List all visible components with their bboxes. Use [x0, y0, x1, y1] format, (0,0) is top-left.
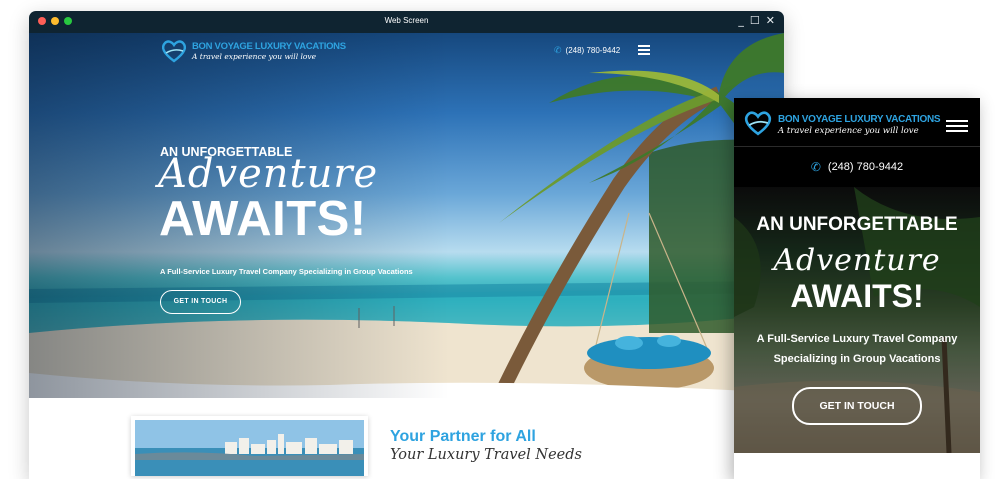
mobile-get-in-touch-button[interactable]: GET IN TOUCH	[792, 387, 922, 425]
mobile-logo-tagline: A travel experience you will love	[778, 126, 919, 136]
window-title: Web Screen	[384, 16, 429, 25]
logo-brand-text: BON VOYAGE LUXURY VACATIONS	[192, 41, 346, 52]
hamburger-menu-icon[interactable]	[638, 45, 650, 55]
mobile-hero-script-word: Adventure	[773, 243, 941, 278]
partner-script-subtitle: Your Luxury Travel Needs	[390, 447, 582, 463]
close-icon[interactable]: ✕	[766, 14, 775, 27]
mobile-phone-bar[interactable]: ✆ (248) 780-9442	[734, 146, 980, 187]
header-phone-link[interactable]: ✆ (248) 780-9442	[554, 45, 620, 56]
mobile-phone-number: (248) 780-9442	[827, 161, 904, 173]
mobile-content-area	[734, 453, 980, 479]
phone-icon: ✆	[554, 45, 562, 55]
phone-number: (248) 780-9442	[565, 46, 621, 55]
mobile-preview-frame: BON VOYAGE LUXURY VACATIONS A travel exp…	[734, 98, 980, 479]
maximize-icon[interactable]: ☐	[750, 14, 760, 27]
mobile-logo-brand: BON VOYAGE LUXURY VACATIONS	[778, 114, 941, 125]
desktop-browser-window: Web Screen _ ☐ ✕ BON VOYAGE LUXURY VACAT…	[29, 11, 784, 479]
hero-subtitle: A Full-Service Luxury Travel Company Spe…	[160, 267, 413, 276]
get-in-touch-button[interactable]: GET IN TOUCH	[160, 290, 241, 314]
mobile-header: BON VOYAGE LUXURY VACATIONS A travel exp…	[734, 98, 980, 146]
coastal-town-image	[135, 420, 364, 476]
phone-icon: ✆	[810, 160, 821, 174]
mobile-hero-subtitle: A Full-Service Luxury Travel Company Spe…	[756, 333, 958, 365]
logo-tagline: A travel experience you will love	[192, 52, 317, 61]
partner-section-image	[131, 416, 368, 476]
heart-logo-icon	[161, 40, 187, 63]
window-controls: _ ☐ ✕	[738, 14, 775, 27]
mobile-hero-headline: AWAITS!	[790, 278, 924, 314]
partner-title: Your Partner for All	[390, 428, 536, 445]
hero-section: BON VOYAGE LUXURY VACATIONS A travel exp…	[29, 33, 784, 398]
site-logo[interactable]: BON VOYAGE LUXURY VACATIONS A travel exp…	[160, 39, 346, 63]
window-titlebar: Web Screen _ ☐ ✕	[29, 11, 784, 33]
hero-headline: AWAITS!	[159, 192, 367, 246]
hamburger-menu-icon[interactable]	[946, 120, 968, 132]
heart-logo-icon[interactable]	[742, 110, 774, 136]
minimize-icon[interactable]: _	[738, 14, 744, 27]
mobile-hero-kicker: AN UNFORGETTABLE	[756, 214, 958, 235]
